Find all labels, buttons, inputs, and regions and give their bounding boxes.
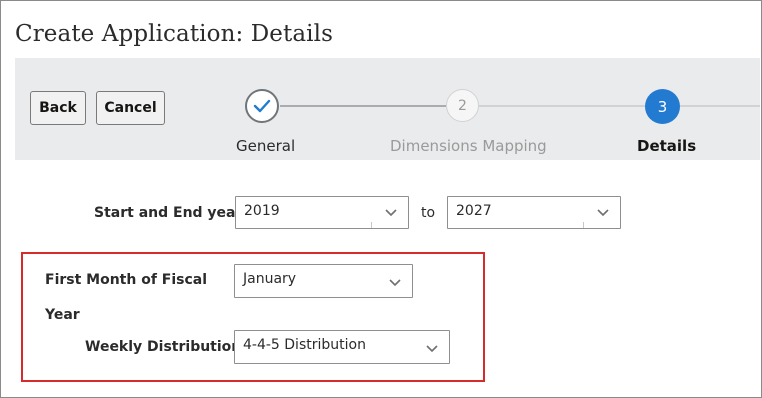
start-year-select[interactable]: 2019 (235, 196, 409, 229)
train-step-label-general[interactable]: General (236, 137, 295, 155)
weekly-distribution-value: 4-4-5 Distribution (243, 337, 366, 353)
to-label: to (421, 205, 436, 221)
train-connector-1 (280, 105, 446, 107)
chevron-down-icon (385, 209, 397, 217)
first-month-select[interactable]: January (234, 264, 413, 298)
train-step-details[interactable]: 3 (645, 89, 680, 124)
page-title: Create Application: Details (15, 21, 333, 47)
train-step-dimensions-mapping: 2 (446, 89, 479, 122)
first-month-label: First Month of Fiscal (45, 272, 208, 288)
start-end-year-label: Start and End year (94, 205, 243, 221)
chevron-down-icon (597, 209, 609, 217)
chevron-down-icon (389, 279, 401, 287)
checkmark-icon (253, 99, 271, 113)
end-year-value: 2027 (456, 203, 492, 219)
select-divider (371, 222, 372, 228)
train-step-label-details[interactable]: Details (637, 137, 696, 155)
train-connector-3 (680, 105, 760, 107)
select-divider (583, 222, 584, 228)
train-connector-2 (479, 105, 645, 107)
back-button[interactable]: Back (30, 91, 86, 125)
start-year-value: 2019 (244, 203, 280, 219)
weekly-distribution-select[interactable]: 4-4-5 Distribution (234, 330, 450, 364)
first-month-label-continued: Year (45, 307, 80, 323)
cancel-button[interactable]: Cancel (96, 91, 165, 125)
train-step-label-dimensions-mapping: Dimensions Mapping (390, 137, 547, 155)
train-step-general[interactable] (245, 89, 279, 123)
end-year-select[interactable]: 2027 (447, 196, 621, 229)
chevron-down-icon (426, 345, 438, 353)
first-month-value: January (243, 271, 297, 287)
weekly-distribution-label: Weekly Distribution (85, 339, 242, 355)
